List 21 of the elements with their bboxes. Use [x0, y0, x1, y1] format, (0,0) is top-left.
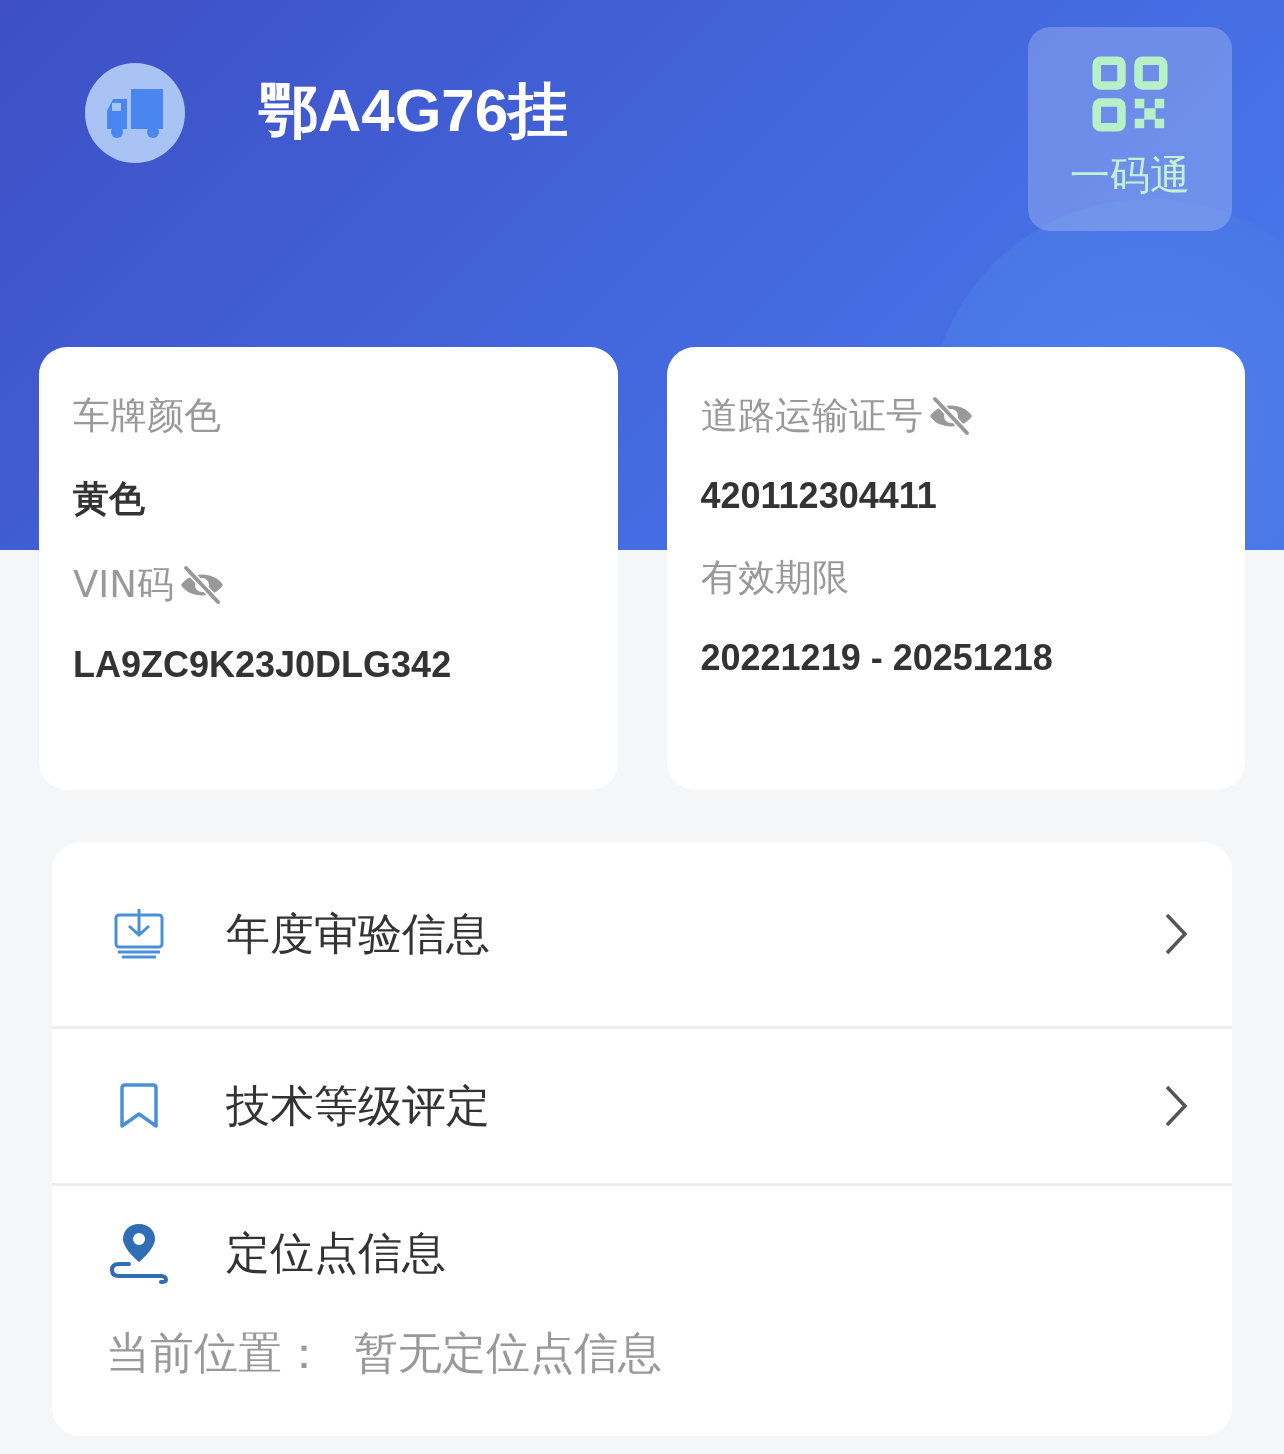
menu-item[interactable]: 年度审验信息	[52, 842, 1232, 1029]
location-label: 当前位置：	[106, 1326, 326, 1380]
field-value: 黄色	[73, 477, 146, 521]
field-value: 20221219 - 20251218	[700, 637, 1054, 679]
bookmark-icon	[119, 1083, 159, 1129]
menu-item[interactable]: 技术等级评定	[52, 1029, 1232, 1186]
field-label: 道路运输证号	[700, 393, 923, 439]
download-icon	[114, 909, 164, 959]
qr-code-icon	[1092, 55, 1168, 132]
field-label: 有效期限	[700, 555, 849, 601]
field-value: LA9ZC9K23J0DLG342	[73, 644, 453, 686]
section-title: 定位点信息	[226, 1225, 446, 1280]
field-value: 420112304411	[700, 475, 938, 517]
location-pin-icon	[109, 1222, 169, 1284]
chevron-icon	[1164, 912, 1188, 956]
plate-number: 鄂A4G76挂	[258, 81, 569, 141]
field-label: VIN码	[73, 562, 174, 608]
field-label: 车牌颜色	[73, 393, 221, 439]
location-value: 暂无定位点信息	[354, 1326, 662, 1380]
truck-icon	[85, 63, 185, 163]
chevron-icon	[1164, 1084, 1188, 1128]
